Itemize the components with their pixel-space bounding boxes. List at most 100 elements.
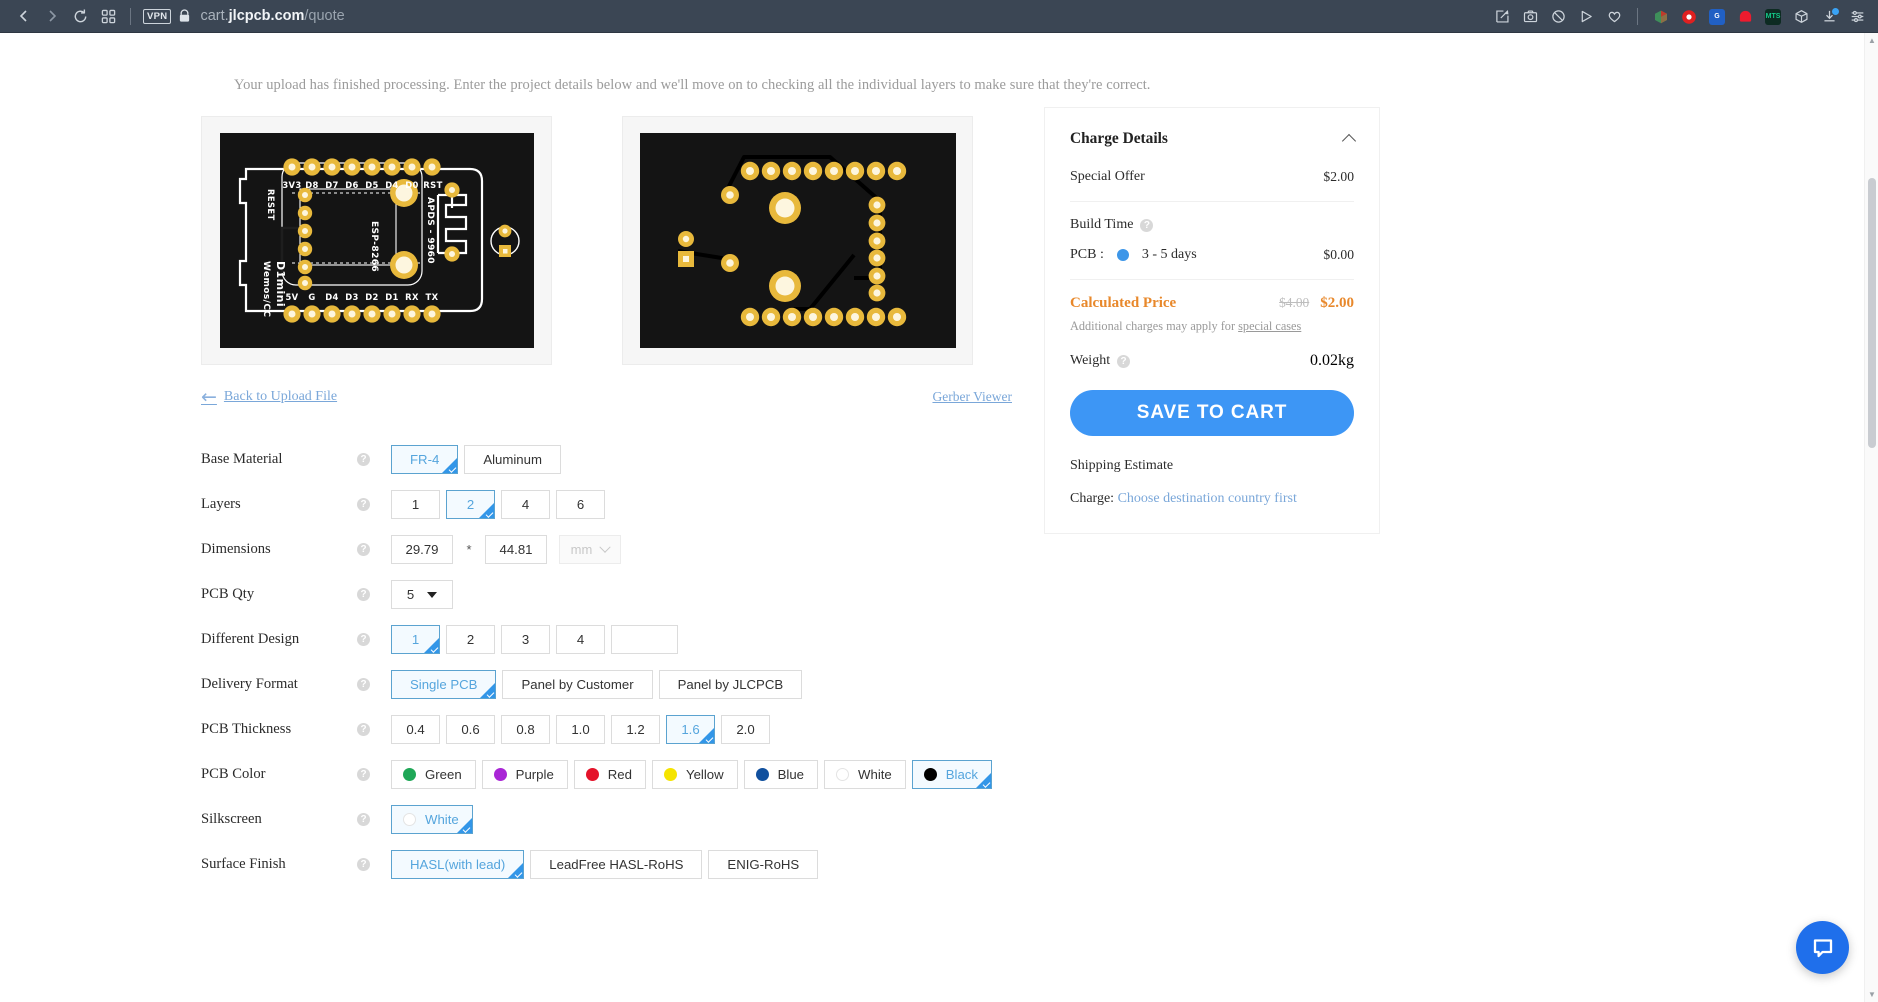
choose-country-link[interactable]: Choose destination country first <box>1118 491 1297 506</box>
option-pcb-thickness-0-4[interactable]: 0.4 <box>391 715 440 744</box>
option-delivery-format-panel-by-jlcpcb[interactable]: Panel by JLCPCB <box>659 670 803 699</box>
color-swatch-red <box>586 768 599 781</box>
build-time-dot-icon <box>1117 249 1129 261</box>
help-icon[interactable]: ? <box>357 453 370 466</box>
pcb-qty-select[interactable]: 5 <box>391 580 453 609</box>
form-row-base-material: Base Material?FR-4Aluminum <box>201 437 1013 482</box>
vpn-badge[interactable]: VPN <box>143 9 171 24</box>
option-label: 1.2 <box>626 722 644 737</box>
dimension-width-input[interactable]: 29.79 <box>391 535 453 564</box>
pcb-spec-form: Base Material?FR-4AluminumLayers?1246Dim… <box>201 437 1013 887</box>
options-silkscreen: White <box>391 805 473 834</box>
extension-red-icon[interactable] <box>1732 4 1758 30</box>
chevron-up-icon[interactable] <box>1342 134 1356 148</box>
scroll-thumb[interactable] <box>1868 178 1876 448</box>
heart-favorite-icon[interactable] <box>1601 4 1627 30</box>
office-docs-icon[interactable]: G <box>1704 4 1730 30</box>
charge-details-header[interactable]: Charge Details <box>1070 130 1354 148</box>
option-layers-1[interactable]: 1 <box>391 490 440 519</box>
option-pcb-color-yellow[interactable]: Yellow <box>652 760 738 789</box>
option-different-design-3[interactable]: 3 <box>501 625 550 654</box>
forward-button[interactable] <box>38 3 66 29</box>
scroll-down-arrow[interactable]: ▼ <box>1868 990 1876 999</box>
option-surface-finish-hasl-with-lead[interactable]: HASL(with lead) <box>391 850 524 879</box>
pcb-back-preview-card[interactable] <box>622 116 973 365</box>
tab-overview-button[interactable] <box>94 3 122 29</box>
help-icon[interactable]: ? <box>357 858 370 871</box>
option-different-design-2[interactable]: 2 <box>446 625 495 654</box>
option-pcb-thickness-2-0[interactable]: 2.0 <box>721 715 770 744</box>
option-different-design-1[interactable]: 1 <box>391 625 440 654</box>
send-play-icon[interactable] <box>1573 4 1599 30</box>
help-icon[interactable]: ? <box>357 678 370 691</box>
help-icon[interactable]: ? <box>357 813 370 826</box>
option-pcb-color-white[interactable]: White <box>824 760 906 789</box>
svg-text:D2: D2 <box>365 292 379 302</box>
block-shield-icon[interactable] <box>1545 4 1571 30</box>
reload-button[interactable] <box>66 3 94 29</box>
option-pcb-color-green[interactable]: Green <box>391 760 476 789</box>
help-icon[interactable]: ? <box>1140 219 1153 232</box>
pcb-days: 3 - 5 days <box>1142 247 1197 263</box>
back-button[interactable] <box>10 3 38 29</box>
help-icon[interactable]: ? <box>357 498 370 511</box>
option-pcb-thickness-0-6[interactable]: 0.6 <box>446 715 495 744</box>
option-silkscreen-white[interactable]: White <box>391 805 473 834</box>
mts-extension-icon[interactable]: MTS <box>1760 4 1786 30</box>
back-to-upload-link[interactable]: ← Back to Upload File <box>201 389 337 405</box>
option-delivery-format-single-pcb[interactable]: Single PCB <box>391 670 496 699</box>
label-pcb-qty: PCB Qty <box>201 586 357 603</box>
scroll-up-arrow[interactable]: ▲ <box>1868 36 1876 45</box>
option-base-material-aluminum[interactable]: Aluminum <box>464 445 561 474</box>
package-box-icon[interactable] <box>1788 4 1814 30</box>
extension-cube-icon[interactable] <box>1648 4 1674 30</box>
label-pcb-color: PCB Color <box>201 766 357 783</box>
settings-sliders-icon[interactable] <box>1844 4 1870 30</box>
special-cases-link[interactable]: special cases <box>1238 319 1301 333</box>
additional-charges-note: Additional charges may apply for special… <box>1070 319 1354 334</box>
dimension-unit-select[interactable]: mm <box>559 535 621 564</box>
option-pcb-color-blue[interactable]: Blue <box>744 760 818 789</box>
option-layers-2[interactable]: 2 <box>446 490 495 519</box>
option-pcb-color-purple[interactable]: Purple <box>482 760 568 789</box>
option-different-design-4[interactable]: 4 <box>556 625 605 654</box>
option-pcb-color-red[interactable]: Red <box>574 760 646 789</box>
option-pcb-thickness-1-0[interactable]: 1.0 <box>556 715 605 744</box>
edit-pencil-icon[interactable] <box>1489 4 1515 30</box>
label-dimensions: Dimensions <box>201 541 357 558</box>
form-row-silkscreen: Silkscreen? White <box>201 797 1013 842</box>
form-row-different-design: Different Design?1234 <box>201 617 1013 662</box>
weight-label: Weight <box>1070 353 1110 369</box>
dimension-height-input[interactable]: 44.81 <box>485 535 547 564</box>
save-to-cart-button[interactable]: SAVE TO CART <box>1070 390 1354 436</box>
gerber-viewer-link[interactable]: Gerber Viewer <box>932 389 1012 405</box>
option-layers-6[interactable]: 6 <box>556 490 605 519</box>
downloads-icon[interactable] <box>1816 4 1842 30</box>
option-surface-finish-leadfree-hasl-rohs[interactable]: LeadFree HASL-RoHS <box>530 850 702 879</box>
url-text[interactable]: cart.jlcpcb.com/quote <box>200 8 344 24</box>
page-scrollbar[interactable]: ▲ ▼ <box>1864 33 1878 1002</box>
option-delivery-format-panel-by-customer[interactable]: Panel by Customer <box>502 670 652 699</box>
option-base-material-fr-4[interactable]: FR-4 <box>391 445 458 474</box>
option-pcb-thickness-1-6[interactable]: 1.6 <box>666 715 715 744</box>
option-pcb-thickness-0-8[interactable]: 0.8 <box>501 715 550 744</box>
option-surface-finish-enig-rohs[interactable]: ENIG-RoHS <box>708 850 818 879</box>
camera-screenshot-icon[interactable] <box>1517 4 1543 30</box>
option-pcb-color-black[interactable]: Black <box>912 760 992 789</box>
color-swatch-white <box>403 813 416 826</box>
option-layers-4[interactable]: 4 <box>501 490 550 519</box>
help-icon[interactable]: ? <box>357 588 370 601</box>
option-pcb-thickness-1-2[interactable]: 1.2 <box>611 715 660 744</box>
help-icon[interactable]: ? <box>357 633 370 646</box>
old-price: $4.00 <box>1279 295 1309 311</box>
option-different-design-blank[interactable] <box>611 625 678 654</box>
padlock-icon[interactable] <box>178 9 191 23</box>
pcb-front-preview-card[interactable]: 3V3 D8 D7 D6 D5 D4 D0 RST 5V G D4 <box>201 116 552 365</box>
help-icon[interactable]: ? <box>1117 355 1130 368</box>
help-icon[interactable]: ? <box>357 543 370 556</box>
help-icon[interactable]: ? <box>357 723 370 736</box>
record-red-icon[interactable] <box>1676 4 1702 30</box>
label-silkscreen: Silkscreen <box>201 811 357 828</box>
chat-widget-button[interactable] <box>1796 921 1849 974</box>
help-icon[interactable]: ? <box>357 768 370 781</box>
